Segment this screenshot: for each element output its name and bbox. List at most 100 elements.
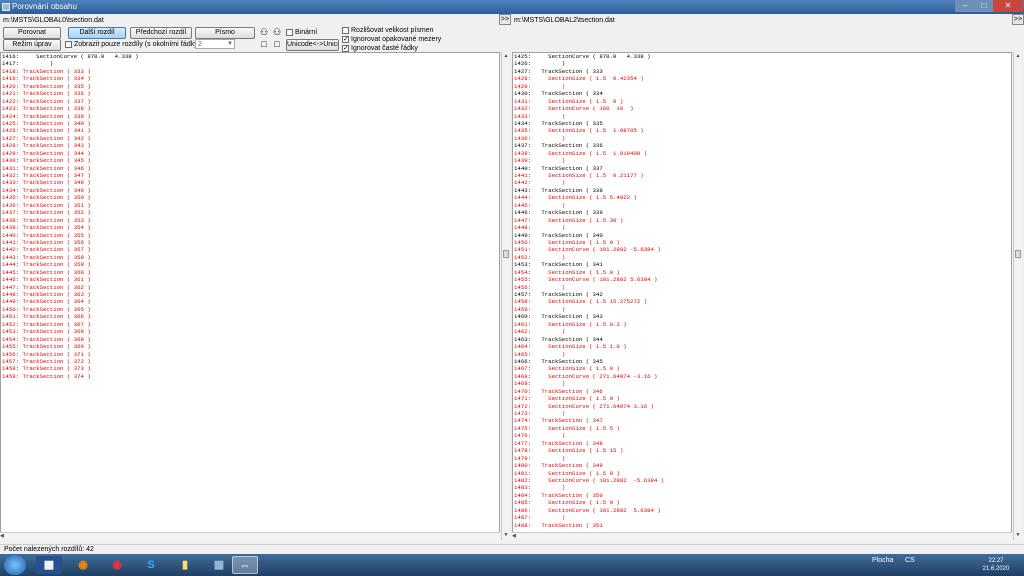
code-line: 1473: ) [513,410,1011,417]
compare-button[interactable]: Porovnat [3,27,61,39]
folder-icon[interactable]: ▮ [172,556,198,574]
code-line: 1450: TrackSection ( 365 ) [1,306,499,313]
case-sensitive-box[interactable] [342,26,349,34]
code-line: 1438: TrackSection ( 353 ) [1,217,499,224]
status-bar: Počet nalezených rozdílů: 42 [0,544,1024,554]
scroll-down-icon[interactable]: ▼ [502,531,510,540]
line-text: ) [534,82,566,90]
line-text: SectionCurve ( 101.2882 -5.6384 ) [534,476,665,484]
browse-left-button[interactable]: >> [499,14,511,25]
left-vertical-scrollbar[interactable]: ▲ ▼ [501,52,510,540]
code-line: 1428: SectionSize ( 1.5 0.42354 ) [513,75,1011,82]
browse-right-button[interactable]: >> [1012,14,1024,25]
ignore-spaces-box[interactable]: ✓ [342,35,349,43]
line-text: SectionCurve ( 870.0 4.338 ) [534,53,651,60]
floppy-icon[interactable]: ▩ [206,556,232,574]
compare-app-icon[interactable]: ⇔ [232,556,258,574]
binary-checkbox[interactable]: Binární [286,28,317,37]
only-diff-box[interactable] [65,40,72,48]
right-scroll-thumb[interactable] [1015,250,1021,258]
floppy-app-icon[interactable]: ▩ [36,556,62,574]
line-text: ) [534,134,566,142]
line-number: 1419: [2,75,20,83]
prev-diff-button[interactable]: Předchozí rozdíl [130,27,192,39]
only-diff-checkbox[interactable]: Zobrazit pouze rozdíly (s okolními řádky… [65,40,200,49]
unicode-button[interactable]: Unicode<->Unicode [286,39,339,51]
code-line: 1427: TrackSection ( 342 ) [1,135,499,142]
context-lines-select[interactable]: 2 ▼ [195,39,235,49]
code-line: 1447: TrackSection ( 362 ) [1,284,499,291]
code-line: 1450: SectionSize ( 1.5 0 ) [513,239,1011,246]
line-text: ) [534,224,566,232]
binoculars-icon[interactable]: ⚇ [259,27,269,37]
line-text: SectionSize ( 1.5 0 ) [534,395,620,403]
code-line: 1452: ) [513,254,1011,261]
ignore-lines-box[interactable]: ✓ [342,44,349,52]
line-number: 1438: [514,149,532,157]
font-button[interactable]: Písmo [195,27,255,39]
close-button[interactable]: ✕ [993,0,1023,12]
line-text: SectionSize ( 1.5 1.08705 ) [534,127,644,135]
line-number: 1451: [514,246,532,254]
line-number: 1477: [514,439,532,447]
clock-time: 22:27 [988,558,1004,564]
code-line: 1468: SectionCurve ( 271.64074 -3.16 ) [513,373,1011,380]
line-text: TrackSection ( 371 ) [22,350,91,358]
line-number: 1473: [514,410,532,417]
firefox-icon[interactable]: ◉ [70,556,96,574]
line-text: TrackSection ( 367 ) [22,320,91,328]
line-number: 1438: [2,216,20,224]
clock[interactable]: 22:27 21.6.2020 [976,557,1016,573]
scroll-up-icon[interactable]: ▲ [502,52,510,61]
skype-icon[interactable]: S [138,556,164,574]
code-line: 1453: TrackSection ( 341 [513,261,1011,268]
code-line: 1452: TrackSection ( 367 ) [1,321,499,328]
scroll-down-icon[interactable]: ▼ [1014,531,1022,540]
line-number: 1430: [514,90,532,98]
code-line: 1459: TrackSection ( 374 ) [1,373,499,380]
next-diff-button[interactable]: Další rozdíl [68,27,126,39]
line-number: 1445: [2,268,20,276]
code-line: 1420: TrackSection ( 335 ) [1,83,499,90]
line-text: TrackSection ( 369 ) [22,335,91,343]
page-right-icon[interactable]: □ [272,39,282,49]
line-text: TrackSection ( 346 [534,387,603,395]
right-text-pane[interactable]: 1425: SectionCurve ( 870.0 4.338 ) 1426: … [512,52,1012,540]
line-text: SectionSize ( 1.5 1.019408 ) [534,149,648,157]
line-text: ) [534,350,566,358]
code-line: 1417: ) [1,60,499,67]
ignore-lines-label: Ignorovat časté řádky [351,45,418,52]
line-number: 1433: [2,179,20,187]
edit-mode-button[interactable]: Režim úprav [3,39,61,51]
case-sensitive-checkbox[interactable]: Rozlišovat velikost písmen [342,26,433,35]
code-line: 1439: ) [513,157,1011,164]
code-line: 1474: TrackSection ( 347 [513,417,1011,424]
line-number: 1443: [2,253,20,261]
line-text: TrackSection ( 368 ) [22,328,91,336]
line-number: 1474: [514,417,532,425]
left-file-path: m:\MSTS\GLOBAL0\tsection.dat [3,17,104,24]
start-button[interactable] [4,555,26,575]
line-number: 1485: [514,499,532,507]
line-number: 1471: [514,395,532,403]
left-text-pane[interactable]: 1416: SectionCurve ( 870.0 4.338 ) 1417: … [0,52,500,540]
left-scroll-thumb[interactable] [503,250,509,258]
vivaldi-icon[interactable]: ◉ [104,556,130,574]
scroll-up-icon[interactable]: ▲ [1014,52,1022,61]
line-text: TrackSection ( 339 [534,209,603,217]
binary-checkbox-box[interactable] [286,28,293,36]
page-left-icon[interactable]: □ [259,39,269,49]
line-text: SectionSize ( 1.5 30 ) [534,216,624,224]
right-vertical-scrollbar[interactable]: ▲ ▼ [1013,52,1022,540]
minimize-button[interactable]: – [955,0,975,12]
line-text: TrackSection ( 343 [534,313,603,321]
right-horizontal-scrollbar[interactable]: ◀ [512,532,1012,540]
left-horizontal-scrollbar[interactable]: ◀ [0,532,500,540]
binoculars-next-icon[interactable]: ⚇ [272,27,282,37]
desktop-label[interactable]: Plocha [872,557,893,564]
line-number: 1443: [514,186,532,194]
line-number: 1435: [2,194,20,202]
language-indicator[interactable]: CS [905,557,915,564]
maximize-button[interactable]: □ [975,0,993,12]
ignore-spaces-checkbox[interactable]: ✓ Ignorovat opakované mezery [342,35,441,44]
